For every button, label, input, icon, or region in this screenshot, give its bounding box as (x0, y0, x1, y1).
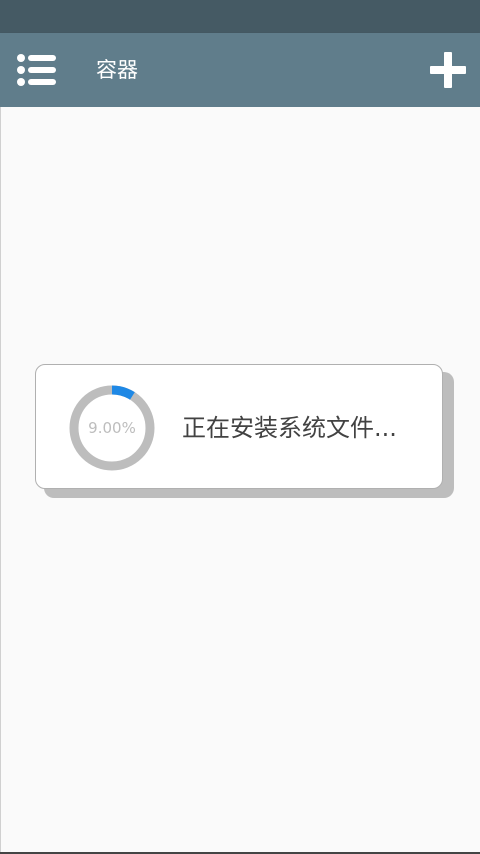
progress-dialog: 9.00% 正在安装系统文件... (35, 364, 443, 489)
progress-percent: 9.00% (88, 419, 136, 437)
status-bar (0, 0, 480, 33)
app-bar: 容器 (0, 33, 480, 107)
dialog-message: 正在安装系统文件... (182, 414, 397, 442)
left-edge-divider (0, 107, 1, 854)
plus-icon[interactable] (428, 50, 468, 90)
list-menu-icon[interactable] (16, 50, 58, 90)
app-title: 容器 (96, 58, 138, 82)
